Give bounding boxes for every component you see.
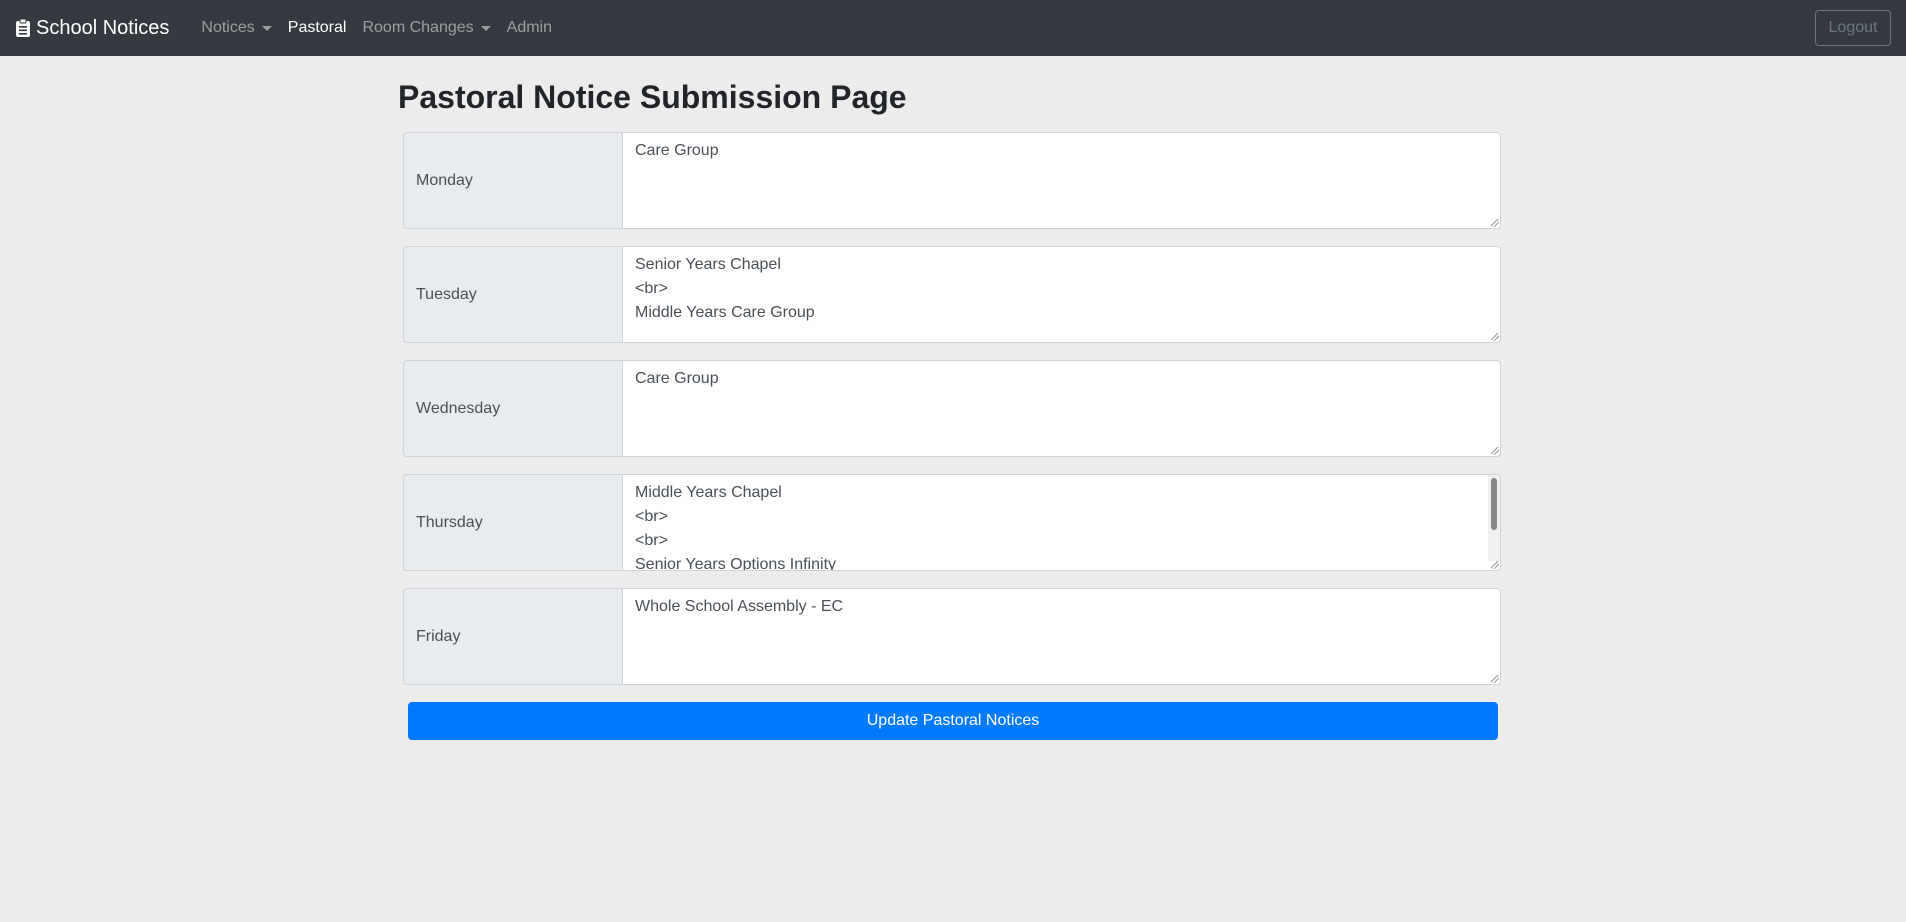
day-label-tuesday: Tuesday bbox=[403, 246, 623, 343]
nav-admin-label: Admin bbox=[506, 19, 552, 36]
caret-down-icon bbox=[480, 25, 491, 31]
caret-down-icon bbox=[261, 25, 272, 31]
day-row-friday: Friday Whole School Assembly - EC bbox=[403, 588, 1501, 685]
nav-room-changes-dropdown[interactable]: Room Changes bbox=[354, 11, 498, 45]
notice-textarea-monday[interactable]: Care Group bbox=[623, 132, 1501, 229]
nav-pastoral-label: Pastoral bbox=[287, 19, 347, 36]
clipboard-icon bbox=[16, 19, 30, 37]
top-navbar: School Notices Notices Pastoral Room Cha… bbox=[0, 0, 1906, 56]
nav-pastoral[interactable]: Pastoral bbox=[280, 11, 355, 45]
day-label-friday: Friday bbox=[403, 588, 623, 685]
day-label-wednesday: Wednesday bbox=[403, 360, 623, 457]
notice-text-friday[interactable]: Whole School Assembly - EC bbox=[623, 589, 1500, 625]
brand-label: School Notices bbox=[36, 16, 170, 39]
notice-textarea-wednesday[interactable]: Care Group bbox=[623, 360, 1501, 457]
notice-text-thursday[interactable]: Middle Years Chapel <br> <br> Senior Yea… bbox=[623, 475, 1500, 570]
notice-text-wednesday[interactable]: Care Group bbox=[623, 361, 1500, 397]
notice-textarea-tuesday[interactable]: Senior Years Chapel <br> Middle Years Ca… bbox=[623, 246, 1501, 343]
day-row-thursday: Thursday Middle Years Chapel <br> <br> S… bbox=[403, 474, 1501, 571]
update-pastoral-notices-button[interactable]: Update Pastoral Notices bbox=[408, 702, 1498, 740]
resize-handle-icon[interactable] bbox=[1491, 675, 1499, 683]
main-content: Pastoral Notice Submission Page Monday C… bbox=[398, 56, 1508, 740]
day-row-tuesday: Tuesday Senior Years Chapel <br> Middle … bbox=[403, 246, 1501, 343]
day-row-monday: Monday Care Group bbox=[403, 132, 1501, 229]
notice-text-monday[interactable]: Care Group bbox=[623, 133, 1500, 169]
textarea-scrollbar[interactable] bbox=[1488, 475, 1500, 561]
resize-handle-icon[interactable] bbox=[1491, 333, 1499, 341]
resize-handle-icon[interactable] bbox=[1491, 447, 1499, 455]
nav-room-changes-label: Room Changes bbox=[362, 19, 474, 36]
page-title: Pastoral Notice Submission Page bbox=[398, 79, 907, 115]
scrollbar-thumb[interactable] bbox=[1491, 478, 1497, 530]
notice-textarea-friday[interactable]: Whole School Assembly - EC bbox=[623, 588, 1501, 685]
nav-admin[interactable]: Admin bbox=[499, 11, 560, 45]
nav-notices-dropdown[interactable]: Notices bbox=[193, 11, 279, 45]
logout-button[interactable]: Logout bbox=[1815, 10, 1891, 46]
notice-textarea-thursday[interactable]: Middle Years Chapel <br> <br> Senior Yea… bbox=[623, 474, 1501, 571]
brand-link[interactable]: School Notices bbox=[16, 17, 169, 40]
day-row-wednesday: Wednesday Care Group bbox=[403, 360, 1501, 457]
day-label-monday: Monday bbox=[403, 132, 623, 229]
notice-text-tuesday[interactable]: Senior Years Chapel <br> Middle Years Ca… bbox=[623, 247, 1500, 331]
resize-handle-icon[interactable] bbox=[1491, 219, 1499, 227]
nav-notices-label: Notices bbox=[201, 19, 255, 36]
day-label-thursday: Thursday bbox=[403, 474, 623, 571]
resize-handle-icon[interactable] bbox=[1491, 561, 1499, 569]
